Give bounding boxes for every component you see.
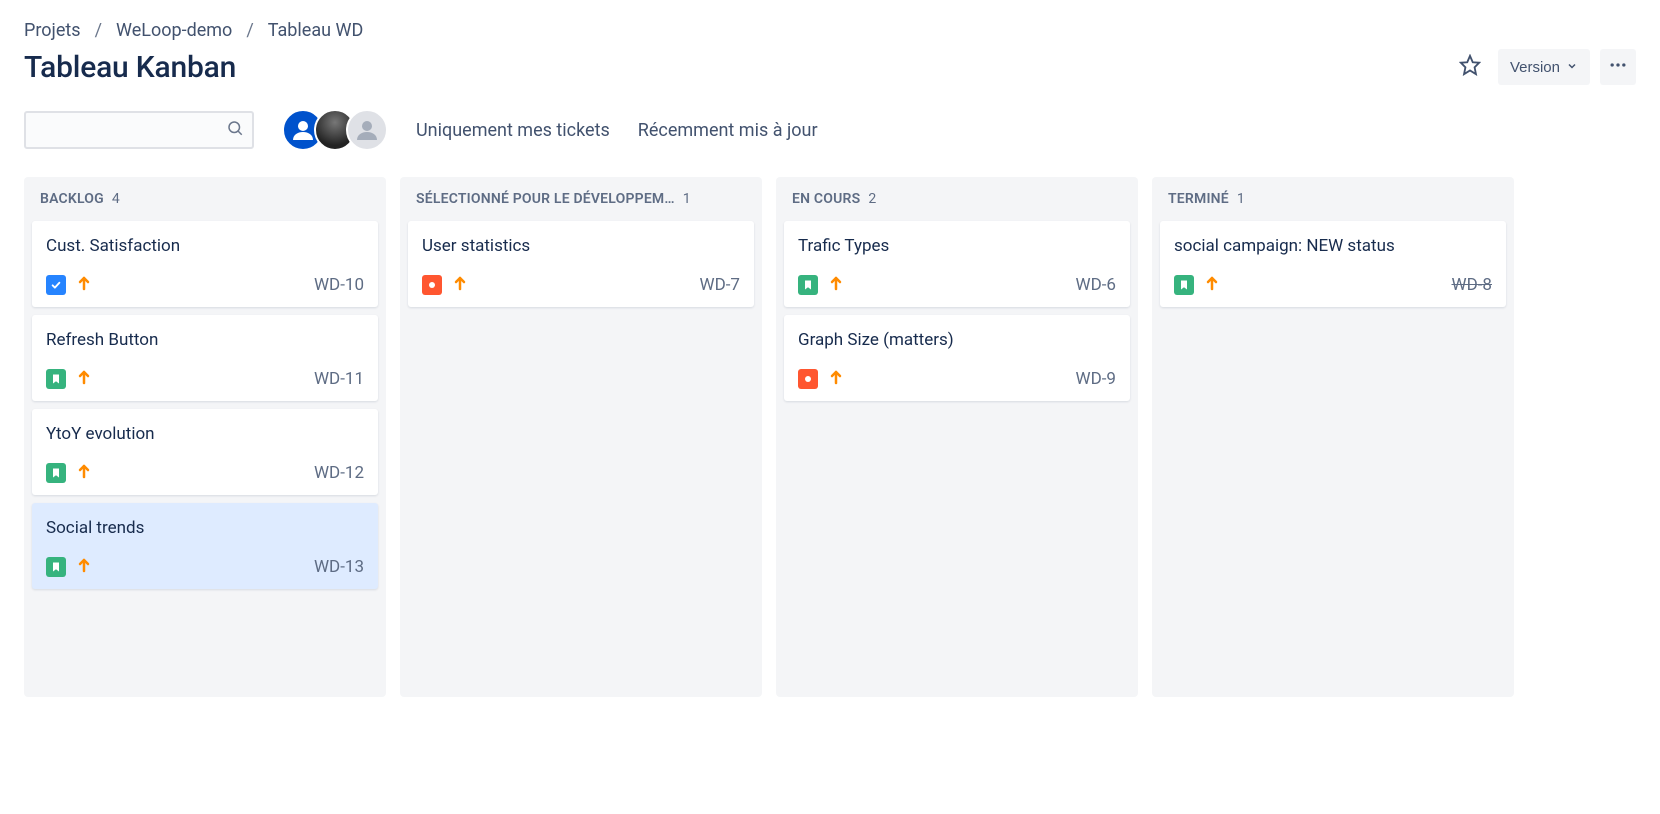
card-footer: WD-11 (46, 369, 364, 389)
kanban-card[interactable]: social campaign: NEW status WD-8 (1160, 221, 1506, 307)
priority-medium-icon (76, 463, 92, 483)
avatar-add[interactable] (346, 109, 388, 151)
search-box (24, 111, 254, 149)
card-title: Graph Size (matters) (798, 329, 1116, 351)
breadcrumb-project-name[interactable]: WeLoop-demo (116, 20, 232, 41)
card-footer: WD-9 (798, 369, 1116, 389)
toolbar: Uniquement mes tickets Récemment mis à j… (24, 109, 1636, 151)
card-key: WD-10 (314, 275, 364, 295)
kanban-column: Backlog 4 Cust. Satisfaction WD-10 Refresh B… (24, 177, 386, 697)
breadcrumb-board[interactable]: Tableau WD (268, 20, 364, 41)
kanban-card[interactable]: Graph Size (matters) WD-9 (784, 315, 1130, 401)
card-meta (1174, 275, 1220, 295)
version-label: Version (1510, 59, 1560, 76)
breadcrumb: Projets / WeLoop-demo / Tableau WD (24, 20, 1636, 41)
card-meta (798, 369, 844, 389)
card-title: Refresh Button (46, 329, 364, 351)
card-meta (46, 557, 92, 577)
kanban-card[interactable]: YtoY evolution WD-12 (32, 409, 378, 495)
card-footer: WD-7 (422, 275, 740, 295)
card-footer: WD-8 (1174, 275, 1492, 295)
card-footer: WD-10 (46, 275, 364, 295)
column-header[interactable]: Sélectionné pour le développem… 1 (408, 191, 754, 221)
column-header[interactable]: Backlog 4 (32, 191, 378, 221)
card-footer: WD-12 (46, 463, 364, 483)
card-key: WD-11 (314, 369, 364, 389)
card-title: YtoY evolution (46, 423, 364, 445)
kanban-column: Terminé 1 social campaign: NEW status WD-8 (1152, 177, 1514, 697)
card-meta (46, 369, 92, 389)
title-actions: Version (1452, 49, 1636, 85)
card-title: Social trends (46, 517, 364, 539)
story-type-icon (46, 463, 66, 483)
card-key: WD-8 (1452, 275, 1493, 295)
priority-medium-icon (828, 369, 844, 389)
breadcrumb-sep: / (246, 20, 253, 41)
star-icon (1459, 54, 1481, 80)
card-meta (46, 463, 92, 483)
column-count: 1 (1237, 191, 1245, 207)
card-footer: WD-13 (46, 557, 364, 577)
priority-medium-icon (452, 275, 468, 295)
kanban-column: En cours 2 Trafic Types WD-6 Graph Size (mat… (776, 177, 1138, 697)
search-icon (226, 119, 244, 141)
priority-medium-icon (76, 275, 92, 295)
card-key: WD-12 (314, 463, 364, 483)
card-meta (46, 275, 92, 295)
column-header[interactable]: Terminé 1 (1160, 191, 1506, 221)
priority-medium-icon (76, 369, 92, 389)
version-dropdown[interactable]: Version (1498, 49, 1590, 85)
column-count: 2 (868, 191, 876, 207)
task-type-icon (46, 275, 66, 295)
kanban-card[interactable]: User statistics WD-7 (408, 221, 754, 307)
story-type-icon (46, 369, 66, 389)
kanban-card[interactable]: Cust. Satisfaction WD-10 (32, 221, 378, 307)
kanban-card[interactable]: Trafic Types WD-6 (784, 221, 1130, 307)
card-key: WD-9 (1076, 369, 1117, 389)
story-type-icon (1174, 275, 1194, 295)
column-count: 1 (683, 191, 691, 207)
star-button[interactable] (1452, 49, 1488, 85)
column-header[interactable]: En cours 2 (784, 191, 1130, 221)
story-type-icon (798, 275, 818, 295)
more-menu-button[interactable] (1600, 49, 1636, 85)
card-title: User statistics (422, 235, 740, 257)
breadcrumb-projects[interactable]: Projets (24, 20, 81, 41)
filter-recently-updated[interactable]: Récemment mis à jour (638, 120, 818, 141)
card-key: WD-6 (1076, 275, 1117, 295)
column-title: Terminé (1168, 191, 1229, 207)
card-key: WD-13 (314, 557, 364, 577)
page-title: Tableau Kanban (24, 50, 236, 85)
kanban-card[interactable]: Social trends WD-13 (32, 503, 378, 589)
bug-type-icon (422, 275, 442, 295)
kanban-board: Backlog 4 Cust. Satisfaction WD-10 Refresh B… (24, 177, 1636, 697)
column-count: 4 (112, 191, 120, 207)
column-title: Backlog (40, 191, 104, 207)
story-type-icon (46, 557, 66, 577)
kanban-column: Sélectionné pour le développem… 1 User sta… (400, 177, 762, 697)
search-input[interactable] (26, 113, 252, 147)
card-title: Trafic Types (798, 235, 1116, 257)
card-key: WD-7 (700, 275, 741, 295)
bug-type-icon (798, 369, 818, 389)
kanban-card[interactable]: Refresh Button WD-11 (32, 315, 378, 401)
breadcrumb-sep: / (95, 20, 102, 41)
avatar-stack (282, 109, 388, 151)
card-meta (798, 275, 844, 295)
card-title: social campaign: NEW status (1174, 235, 1492, 257)
priority-medium-icon (1204, 275, 1220, 295)
more-icon (1608, 55, 1628, 79)
chevron-down-icon (1566, 59, 1578, 76)
column-title: Sélectionné pour le développem… (416, 191, 675, 207)
card-footer: WD-6 (798, 275, 1116, 295)
priority-medium-icon (76, 557, 92, 577)
card-title: Cust. Satisfaction (46, 235, 364, 257)
priority-medium-icon (828, 275, 844, 295)
column-title: En cours (792, 191, 860, 207)
card-meta (422, 275, 468, 295)
filter-my-tickets[interactable]: Uniquement mes tickets (416, 120, 610, 141)
